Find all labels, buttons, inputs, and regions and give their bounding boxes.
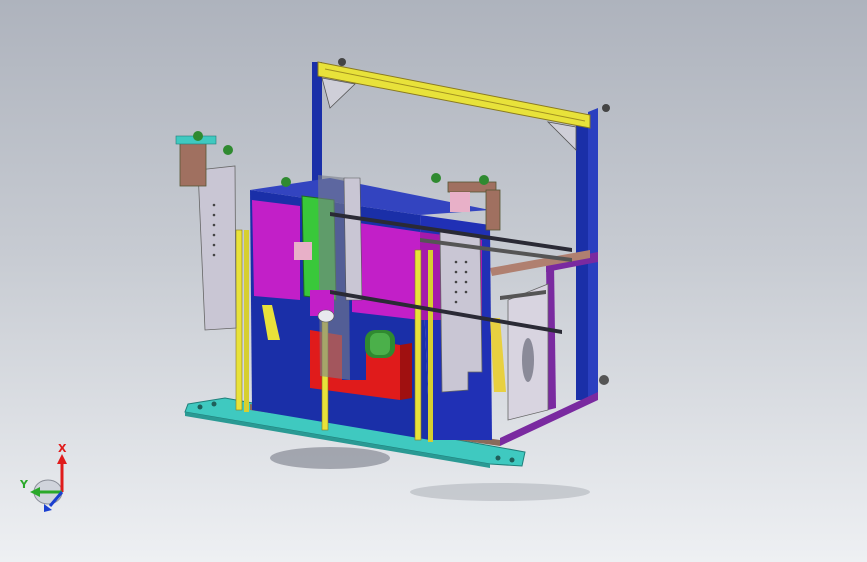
model-shadow-secondary	[410, 483, 590, 501]
graphics-viewport[interactable]: X Y	[0, 0, 867, 562]
x-axis-arrowhead	[57, 454, 67, 464]
x-axis-label: X	[58, 442, 67, 455]
y-axis-label: Y	[19, 478, 29, 491]
coordinate-triad: X Y	[19, 442, 67, 512]
model-shadow	[270, 447, 390, 469]
cad-model-scene[interactable]	[0, 0, 867, 562]
